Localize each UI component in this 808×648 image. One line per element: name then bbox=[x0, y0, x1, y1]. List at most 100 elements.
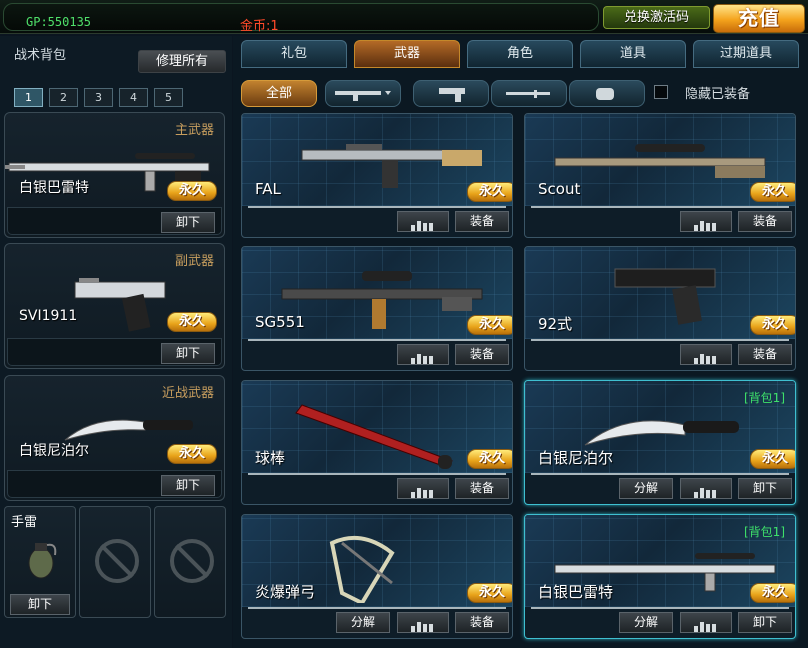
decompose-button[interactable]: 分解 bbox=[619, 612, 673, 633]
stats-button[interactable] bbox=[397, 612, 449, 633]
unequip-button[interactable]: 卸下 bbox=[161, 343, 215, 364]
item-card[interactable]: 92式 永久 装备 bbox=[524, 246, 796, 371]
permanent-badge: 永久 bbox=[167, 312, 217, 332]
stats-button[interactable] bbox=[680, 344, 732, 365]
item-card[interactable]: FAL 永久 装备 bbox=[241, 113, 513, 238]
card-divider bbox=[531, 473, 789, 475]
gp-balance: GP:550135 bbox=[26, 15, 92, 29]
grenade-slot[interactable]: 手雷 卸下 bbox=[4, 506, 76, 618]
repair-all-button[interactable]: 修理所有 bbox=[138, 50, 226, 73]
melee-weapon-slot[interactable]: 近战武器 白银尼泊尔 永久 卸下 bbox=[4, 375, 225, 501]
permanent-badge: 永久 bbox=[467, 583, 512, 603]
bar-chart-icon bbox=[411, 479, 435, 498]
bar-chart-icon bbox=[694, 613, 718, 632]
item-name: Scout bbox=[538, 180, 581, 198]
item-name: 炎爆弹弓 bbox=[255, 583, 316, 601]
equip-button[interactable]: 装备 bbox=[738, 344, 792, 365]
card-divider bbox=[531, 607, 789, 609]
stats-button[interactable] bbox=[680, 478, 732, 499]
bar-chart-icon bbox=[411, 613, 435, 632]
stats-button[interactable] bbox=[397, 211, 449, 232]
unequip-button[interactable]: 卸下 bbox=[161, 212, 215, 233]
card-divider bbox=[531, 206, 789, 208]
redeem-code-button[interactable]: 兑换激活码 bbox=[603, 6, 710, 29]
item-card[interactable]: [背包1] 白银尼泊尔 永久 分解 卸下 bbox=[524, 380, 796, 505]
slot-header: 副武器 bbox=[174, 254, 214, 269]
item-card[interactable]: SG551 永久 装备 bbox=[241, 246, 513, 371]
backpack-page-5[interactable]: 5 bbox=[154, 88, 183, 107]
card-divider bbox=[248, 473, 506, 475]
tab-gift[interactable]: 礼包 bbox=[241, 40, 347, 68]
permanent-badge: 永久 bbox=[750, 182, 795, 202]
equip-button[interactable]: 装备 bbox=[738, 211, 792, 232]
permanent-badge: 永久 bbox=[167, 181, 217, 201]
backpack-title: 战术背包 bbox=[14, 48, 67, 63]
bar-chart-icon bbox=[411, 345, 435, 364]
backpack-page-4[interactable]: 4 bbox=[119, 88, 148, 107]
permanent-badge: 永久 bbox=[750, 315, 795, 335]
permanent-badge: 永久 bbox=[750, 449, 795, 469]
rifle-icon bbox=[335, 91, 391, 101]
secondary-weapon-slot[interactable]: 副武器 SVI1911 永久 卸下 bbox=[4, 243, 225, 369]
equip-button[interactable]: 装备 bbox=[455, 478, 509, 499]
unequip-button[interactable]: 卸下 bbox=[10, 594, 70, 615]
prohibited-icon bbox=[170, 539, 214, 583]
filter-rifle[interactable] bbox=[325, 80, 401, 107]
filter-grenade[interactable] bbox=[569, 80, 645, 107]
shop-panel: 礼包 武器 角色 道具 过期道具 全部 隐藏已装备 FAL 永久 装备 Scou… bbox=[233, 36, 808, 648]
item-card[interactable]: 球棒 永久 装备 bbox=[241, 380, 513, 505]
filter-knife[interactable] bbox=[491, 80, 567, 107]
stats-button[interactable] bbox=[397, 478, 449, 499]
card-divider bbox=[248, 206, 506, 208]
decompose-button[interactable]: 分解 bbox=[336, 612, 390, 633]
bar-chart-icon bbox=[411, 212, 435, 231]
item-name: 白银尼泊尔 bbox=[538, 449, 614, 467]
equip-button[interactable]: 装备 bbox=[455, 612, 509, 633]
stats-button[interactable] bbox=[680, 612, 732, 633]
item-name: SG551 bbox=[255, 313, 305, 331]
bar-chart-icon bbox=[694, 345, 718, 364]
equip-button[interactable]: 装备 bbox=[455, 344, 509, 365]
filter-pistol[interactable] bbox=[413, 80, 489, 107]
tab-characters[interactable]: 角色 bbox=[467, 40, 573, 68]
backpack-page-3[interactable]: 3 bbox=[84, 88, 113, 107]
tab-expired[interactable]: 过期道具 bbox=[693, 40, 799, 68]
grenade-label: 手雷 bbox=[11, 515, 38, 530]
primary-weapon-slot[interactable]: 主武器 白银巴雷特 永久 卸下 bbox=[4, 112, 225, 238]
empty-slot bbox=[154, 506, 226, 618]
stats-button[interactable] bbox=[397, 344, 449, 365]
currency-panel: GP:550135 金币:1 bbox=[3, 3, 599, 34]
card-divider bbox=[248, 339, 506, 341]
permanent-badge: 永久 bbox=[467, 182, 512, 202]
stats-button[interactable] bbox=[680, 211, 732, 232]
item-card[interactable]: Scout 永久 装备 bbox=[524, 113, 796, 238]
shop-window: GP:550135 金币:1 兑换激活码 充值 战术背包 修理所有 1 2 3 … bbox=[0, 0, 808, 648]
slot-header: 近战武器 bbox=[161, 386, 214, 401]
empty-slot bbox=[79, 506, 151, 618]
decompose-button[interactable]: 分解 bbox=[619, 478, 673, 499]
unequip-button[interactable]: 卸下 bbox=[738, 612, 792, 633]
knife-icon bbox=[506, 90, 550, 98]
bar-chart-icon bbox=[694, 479, 718, 498]
unequip-button[interactable]: 卸下 bbox=[738, 478, 792, 499]
slot-weapon-name: 白银巴雷特 bbox=[19, 180, 89, 196]
pistol-icon bbox=[439, 88, 465, 102]
permanent-badge: 永久 bbox=[167, 444, 217, 464]
item-name: 球棒 bbox=[255, 449, 286, 467]
filter-all[interactable]: 全部 bbox=[241, 80, 317, 107]
recharge-button[interactable]: 充值 bbox=[713, 4, 805, 33]
slot-header: 主武器 bbox=[174, 123, 214, 138]
tab-weapons[interactable]: 武器 bbox=[354, 40, 460, 68]
backpack-page-2[interactable]: 2 bbox=[49, 88, 78, 107]
backpack-page-1[interactable]: 1 bbox=[14, 88, 43, 107]
grenade-icon bbox=[596, 88, 614, 100]
permanent-badge: 永久 bbox=[750, 583, 795, 603]
grenade-icon bbox=[28, 543, 57, 579]
tab-items[interactable]: 道具 bbox=[580, 40, 686, 68]
hide-equipped-checkbox[interactable] bbox=[654, 85, 668, 99]
item-name: 92式 bbox=[538, 315, 573, 333]
item-card[interactable]: 炎爆弹弓 永久 分解 装备 bbox=[241, 514, 513, 639]
equip-button[interactable]: 装备 bbox=[455, 211, 509, 232]
unequip-button[interactable]: 卸下 bbox=[161, 475, 215, 496]
item-card[interactable]: [背包1] 白银巴雷特 永久 分解 卸下 bbox=[524, 514, 796, 639]
